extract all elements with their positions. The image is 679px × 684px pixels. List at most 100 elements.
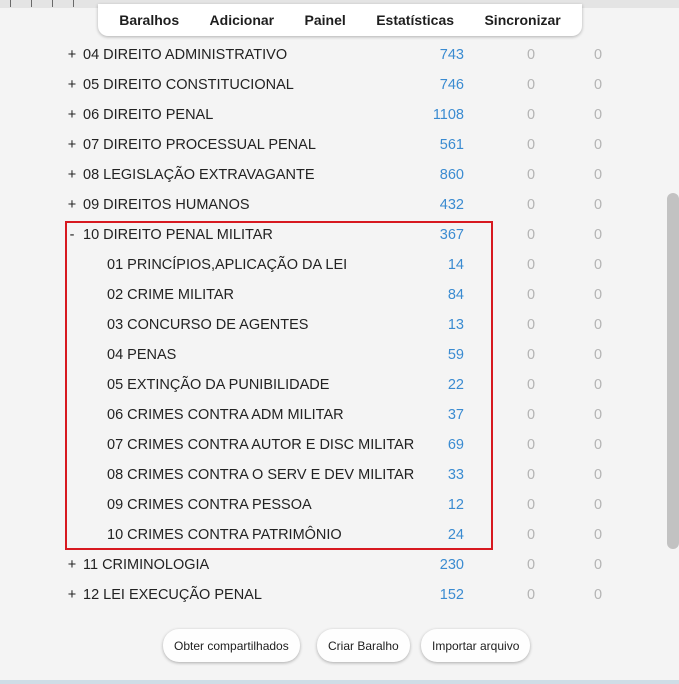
learn-count: 0 [527, 317, 536, 333]
create-deck-button[interactable]: Criar Baralho [317, 629, 410, 662]
deck-list: +04 DIREITO ADMINISTRATIVO 743 0 0 +05 DIREI… [0, 41, 660, 621]
toolbar-stats-link[interactable]: Estatísticas [376, 12, 454, 28]
get-shared-button[interactable]: Obter compartilhados [163, 629, 300, 662]
due-count: 0 [594, 167, 603, 183]
top-strip-tick [31, 0, 32, 7]
due-count: 0 [594, 137, 603, 153]
deck-row[interactable]: +11 CRIMINOLOGIA 230 0 0 [0, 551, 660, 581]
learn-count: 0 [527, 527, 536, 543]
due-count: 0 [594, 527, 603, 543]
deck-name-link[interactable]: 05 EXTINÇÃO DA PUNIBILIDADE [107, 377, 329, 393]
due-count: 0 [594, 47, 603, 63]
subdeck-row[interactable]: 04 PENAS 59 0 0 [0, 341, 660, 371]
subdeck-row[interactable]: 03 CONCURSO DE AGENTES 13 0 0 [0, 311, 660, 341]
toolbar-sync-link[interactable]: Sincronizar [484, 12, 560, 28]
deck-row[interactable]: -10 DIREITO PENAL MILITAR 367 0 0 [0, 221, 660, 251]
deck-name-link[interactable]: 10 DIREITO PENAL MILITAR [83, 227, 273, 243]
new-count: 561 [439, 137, 464, 153]
subdeck-row[interactable]: 05 EXTINÇÃO DA PUNIBILIDADE 22 0 0 [0, 371, 660, 401]
new-count: 230 [439, 557, 464, 573]
top-strip-tick [73, 0, 74, 7]
scrollbar-thumb[interactable] [667, 193, 679, 549]
new-count: 746 [439, 77, 464, 93]
subdeck-row[interactable]: 08 CRIMES CONTRA O SERV E DEV MILITAR 33 0… [0, 461, 660, 491]
deck-name-link[interactable]: 04 DIREITO ADMINISTRATIVO [83, 47, 287, 63]
deck-name-link[interactable]: 08 CRIMES CONTRA O SERV E DEV MILITAR [107, 467, 414, 483]
new-count: 13 [447, 317, 464, 333]
expand-toggle[interactable]: + [67, 587, 77, 603]
deck-name-link[interactable]: 03 CONCURSO DE AGENTES [107, 317, 308, 333]
new-count: 69 [447, 437, 464, 453]
deck-row[interactable]: +09 DIREITOS HUMANOS 432 0 0 [0, 191, 660, 221]
due-count: 0 [594, 557, 603, 573]
expand-toggle[interactable]: + [67, 167, 77, 183]
new-count: 152 [439, 587, 464, 603]
due-count: 0 [594, 257, 603, 273]
expand-toggle[interactable]: + [67, 107, 77, 123]
subdeck-row[interactable]: 02 CRIME MILITAR 84 0 0 [0, 281, 660, 311]
learn-count: 0 [527, 437, 536, 453]
expand-toggle[interactable]: + [67, 77, 77, 93]
new-count: 432 [439, 197, 464, 213]
deck-name-link[interactable]: 06 CRIMES CONTRA ADM MILITAR [107, 407, 344, 423]
toolbar-decks-link[interactable]: Baralhos [119, 12, 179, 28]
new-count: 12 [447, 497, 464, 513]
subdeck-row[interactable]: 06 CRIMES CONTRA ADM MILITAR 37 0 0 [0, 401, 660, 431]
deck-name-link[interactable]: 11 CRIMINOLOGIA [83, 557, 209, 573]
due-count: 0 [594, 377, 603, 393]
deck-name-link[interactable]: 07 CRIMES CONTRA AUTOR E DISC MILITAR [107, 437, 414, 453]
deck-name-link[interactable]: 07 DIREITO PROCESSUAL PENAL [83, 137, 316, 153]
learn-count: 0 [527, 137, 536, 153]
deck-name-link[interactable]: 01 PRINCÍPIOS,APLICAÇÃO DA LEI [107, 257, 347, 273]
deck-name-link[interactable]: 12 LEI EXECUÇÃO PENAL [83, 587, 262, 603]
learn-count: 0 [527, 587, 536, 603]
deck-row[interactable]: +08 LEGISLAÇÃO EXTRAVAGANTE 860 0 0 [0, 161, 660, 191]
main-toolbar: Baralhos Adicionar Painel Estatísticas S… [98, 4, 582, 36]
learn-count: 0 [527, 227, 536, 243]
deck-name-link[interactable]: 10 CRIMES CONTRA PATRIMÔNIO [107, 527, 342, 543]
learn-count: 0 [527, 287, 536, 303]
bottom-button-bar: Obter compartilhados Criar Baralho Impor… [0, 629, 679, 663]
deck-name-link[interactable]: 09 CRIMES CONTRA PESSOA [107, 497, 312, 513]
learn-count: 0 [527, 467, 536, 483]
toolbar-browse-link[interactable]: Painel [305, 12, 346, 28]
deck-row[interactable]: +05 DIREITO CONSTITUCIONAL 746 0 0 [0, 71, 660, 101]
subdeck-row[interactable]: 07 CRIMES CONTRA AUTOR E DISC MILITAR 69 0… [0, 431, 660, 461]
import-file-button[interactable]: Importar arquivo [421, 629, 531, 662]
deck-row[interactable]: +06 DIREITO PENAL 1108 0 0 [0, 101, 660, 131]
due-count: 0 [594, 407, 603, 423]
learn-count: 0 [527, 557, 536, 573]
subdeck-row[interactable]: 10 CRIMES CONTRA PATRIMÔNIO 24 0 0 [0, 521, 660, 551]
learn-count: 0 [527, 107, 536, 123]
deck-name-link[interactable]: 02 CRIME MILITAR [107, 287, 234, 303]
toolbar-add-link[interactable]: Adicionar [210, 12, 275, 28]
collapse-toggle[interactable]: - [67, 227, 77, 243]
deck-name-link[interactable]: 09 DIREITOS HUMANOS [83, 197, 250, 213]
top-strip-tick [52, 0, 53, 7]
top-strip-tick [10, 0, 11, 7]
deck-name-link[interactable]: 06 DIREITO PENAL [83, 107, 213, 123]
due-count: 0 [594, 347, 603, 363]
due-count: 0 [594, 437, 603, 453]
deck-row[interactable]: +04 DIREITO ADMINISTRATIVO 743 0 0 [0, 41, 660, 71]
learn-count: 0 [527, 197, 536, 213]
deck-name-link[interactable]: 08 LEGISLAÇÃO EXTRAVAGANTE [83, 167, 315, 183]
subdeck-row[interactable]: 01 PRINCÍPIOS,APLICAÇÃO DA LEI 14 0 0 [0, 251, 660, 281]
expand-toggle[interactable]: + [67, 137, 77, 153]
expand-toggle[interactable]: + [67, 197, 77, 213]
due-count: 0 [594, 467, 603, 483]
new-count: 743 [439, 47, 464, 63]
learn-count: 0 [527, 77, 536, 93]
learn-count: 0 [527, 257, 536, 273]
learn-count: 0 [527, 167, 536, 183]
due-count: 0 [594, 77, 603, 93]
due-count: 0 [594, 227, 603, 243]
deck-name-link[interactable]: 05 DIREITO CONSTITUCIONAL [83, 77, 294, 93]
expand-toggle[interactable]: + [67, 557, 77, 573]
deck-row[interactable]: +07 DIREITO PROCESSUAL PENAL 561 0 0 [0, 131, 660, 161]
expand-toggle[interactable]: + [67, 47, 77, 63]
deck-name-link[interactable]: 04 PENAS [107, 347, 176, 363]
deck-row[interactable]: +12 LEI EXECUÇÃO PENAL 152 0 0 [0, 581, 660, 611]
due-count: 0 [594, 497, 603, 513]
subdeck-row[interactable]: 09 CRIMES CONTRA PESSOA 12 0 0 [0, 491, 660, 521]
